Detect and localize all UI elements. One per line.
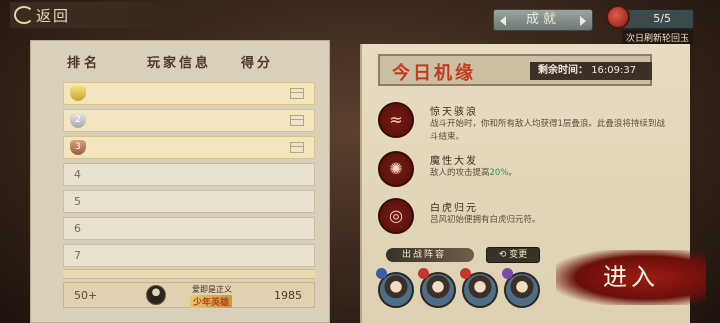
- back-arrow-icon: [14, 6, 34, 24]
- top-bar: 返回 成就 5/5 次日刷新轮回玉: [0, 0, 720, 45]
- buff-item[interactable]: ◎ 白虎归元 吕风初始便拥有白虎归元符。: [378, 198, 678, 238]
- lineup-label: 出战阵容: [386, 248, 474, 262]
- leaderboard-header: 排名 玩家信息 得分: [31, 41, 329, 81]
- buff-description: 战斗开始时，你和所有敌人均获得1层叠浪。此叠浪将持续到战斗结束。: [430, 119, 665, 142]
- wave-icon: ≈: [378, 102, 414, 138]
- self-score: 1985: [274, 289, 302, 302]
- rank-number: 6: [74, 222, 81, 235]
- buff-description: 吕风初始便拥有白虎归元符。: [430, 215, 541, 225]
- reward-chest-icon[interactable]: [290, 142, 304, 153]
- reward-chest-icon[interactable]: [290, 88, 304, 99]
- leaderboard-panel: 排名 玩家信息 得分 2 3 4 5 6 7 50+ 爱即是正义 少年英雄 19…: [30, 40, 330, 323]
- score-column-header: 得分: [241, 55, 274, 71]
- hero-badge: [460, 268, 471, 279]
- buff-value: 20%: [489, 168, 509, 178]
- rank-row-1[interactable]: [63, 82, 315, 105]
- buff-name: 白虎归元: [430, 203, 478, 214]
- timer-value: 16:09:37: [591, 65, 637, 76]
- self-rank: 50+: [74, 289, 98, 302]
- change-lineup-button[interactable]: ⟲ 变更: [486, 247, 540, 263]
- rank-row-7[interactable]: 7: [63, 244, 315, 267]
- bronze-medal-icon: 3: [70, 140, 86, 155]
- self-player-name: 爱即是正义: [192, 285, 232, 294]
- swap-icon: ⟲: [498, 250, 507, 260]
- tiger-icon: ◎: [378, 198, 414, 234]
- player-column-header: 玩家信息: [147, 55, 212, 71]
- timer-label: 剩余时间：: [538, 65, 588, 76]
- enter-button[interactable]: 进入: [556, 250, 706, 305]
- list-divider: [63, 269, 315, 279]
- achievement-button[interactable]: 成就: [493, 9, 593, 31]
- buff-item[interactable]: ✺ 魔性大发 敌人的攻击提高20%。: [378, 151, 678, 191]
- buff-item[interactable]: ≈ 惊天骇浪 战斗开始时，你和所有敌人均获得1层叠浪。此叠浪将持续到战斗结束。: [378, 102, 678, 142]
- rank-row-5[interactable]: 5: [63, 190, 315, 213]
- buff-description: 敌人的攻击提高20%。: [430, 168, 517, 178]
- hero-badge: [376, 268, 387, 279]
- daily-chance-title: 今日机缘: [392, 63, 476, 84]
- hero-badge: [418, 268, 429, 279]
- rank-row-6[interactable]: 6: [63, 217, 315, 240]
- rank-row-2[interactable]: 2: [63, 109, 315, 132]
- flame-icon: ✺: [378, 151, 414, 187]
- daily-chance-banner: 今日机缘 剩余时间： 16:09:37: [378, 54, 652, 86]
- hero-badge: [502, 268, 513, 279]
- rank-row-3[interactable]: 3: [63, 136, 315, 159]
- jade-refresh-note: 次日刷新轮回玉: [622, 30, 694, 45]
- buff-name: 惊天骇浪: [430, 107, 478, 118]
- back-label: 返回: [36, 6, 71, 25]
- rank-number: 5: [74, 195, 81, 208]
- self-player-title: 少年英雄: [190, 295, 233, 308]
- self-rank-row[interactable]: 50+ 爱即是正义 少年英雄 1985: [63, 282, 315, 308]
- rank-number: 4: [74, 168, 81, 181]
- buff-name: 魔性大发: [430, 156, 478, 167]
- rank-column-header: 排名: [67, 55, 102, 71]
- rank-number: 7: [74, 249, 81, 262]
- remaining-time: 剩余时间： 16:09:37: [530, 62, 652, 80]
- avatar[interactable]: [146, 285, 166, 305]
- rank-row-4[interactable]: 4: [63, 163, 315, 186]
- back-button[interactable]: 返回: [10, 2, 170, 28]
- gold-medal-icon: [70, 86, 86, 101]
- silver-medal-icon: 2: [70, 113, 86, 128]
- reward-chest-icon[interactable]: [290, 115, 304, 126]
- jade-icon[interactable]: [606, 5, 630, 29]
